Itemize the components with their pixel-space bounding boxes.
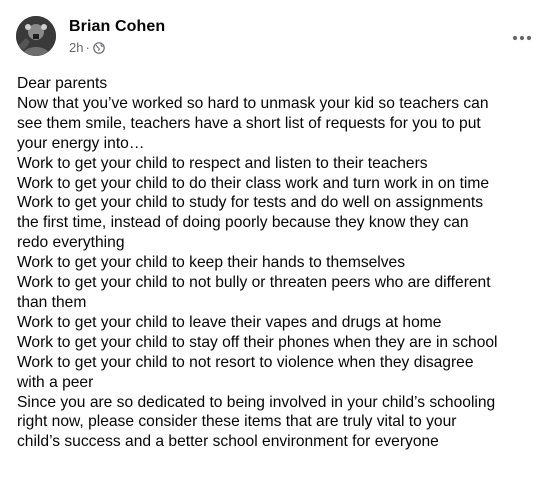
post-line: child’s success and a better school envi… — [17, 433, 439, 451]
post-subline: 2h · — [69, 40, 165, 55]
separator-dot: · — [85, 39, 90, 55]
post-line: right now, please consider these items t… — [17, 413, 457, 431]
post-line: Since you are so dedicated to being invo… — [17, 393, 496, 411]
author-name[interactable]: Brian Cohen — [69, 18, 165, 36]
globe-icon — [93, 41, 105, 54]
post-timestamp[interactable]: 2h — [69, 40, 83, 55]
profile-photo — [16, 16, 56, 56]
post-body: Dear parents Now that you’ve worked so h… — [17, 74, 547, 452]
post-line: Work to get your child to keep their han… — [17, 254, 406, 272]
post-line: Work to get your child to respect and li… — [17, 154, 428, 172]
more-options-icon[interactable] — [508, 28, 536, 48]
post-line: Work to get your child to leave their va… — [17, 313, 442, 331]
post-line: with a peer — [17, 373, 94, 391]
post-line: Work to get your child to study for test… — [17, 194, 484, 212]
post-line: Work to get your child to do their class… — [17, 174, 490, 192]
post-line: Work to get your child to not bully or t… — [17, 274, 491, 292]
post-line: than them — [17, 293, 87, 311]
post-line: the first time, instead of doing poorly … — [17, 214, 469, 232]
post-meta: Brian Cohen 2h · — [69, 18, 165, 55]
post-header: Brian Cohen 2h · — [16, 16, 165, 56]
post-line: Now that you’ve worked so hard to unmask… — [17, 94, 489, 112]
avatar[interactable] — [16, 16, 56, 56]
facebook-post: Brian Cohen 2h · Dear parents Now that y… — [0, 0, 552, 503]
post-line: your energy into… — [17, 134, 145, 152]
post-line: Work to get your child to not resort to … — [17, 353, 474, 371]
post-line: Dear parents — [17, 75, 108, 92]
post-line: redo everything — [17, 234, 125, 252]
post-line: Work to get your child to stay off their… — [17, 333, 498, 351]
post-line: see them smile, teachers have a short li… — [17, 114, 481, 132]
